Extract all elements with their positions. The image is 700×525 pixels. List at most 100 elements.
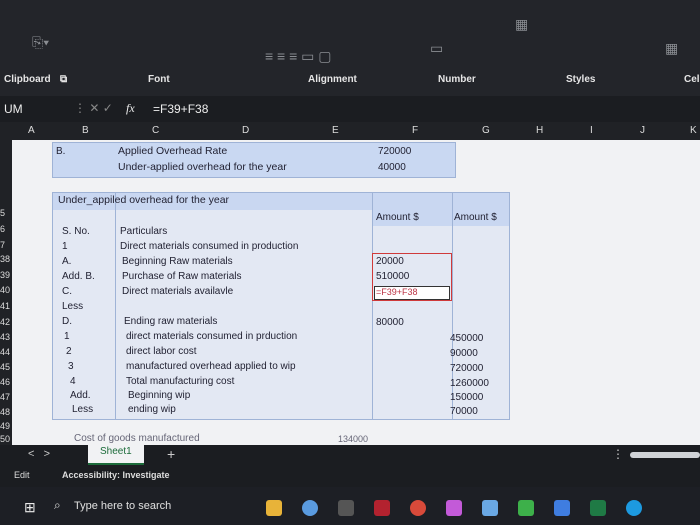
table-row[interactable]: Beginning wip (128, 390, 190, 401)
col-header[interactable]: K (690, 125, 697, 136)
sheet-tab[interactable]: Sheet1 (88, 445, 144, 465)
table-row[interactable]: Direct materials availavle (122, 286, 233, 297)
table-row[interactable]: Add. B. (62, 271, 95, 282)
table-row[interactable]: 150000 (450, 392, 483, 403)
amount-header-f[interactable]: Amount $ (376, 212, 419, 223)
table-row[interactable]: direct labor cost (126, 346, 197, 357)
onenote-icon[interactable] (374, 500, 390, 516)
app-icon[interactable] (482, 500, 498, 516)
cancel-icon[interactable]: ⋮ ✕ ✓ (74, 101, 113, 115)
table-row[interactable]: Total manufacturing cost (126, 376, 234, 387)
table-row[interactable]: 450000 (450, 333, 483, 344)
cell-rate-value[interactable]: 720000 (378, 146, 411, 157)
row-header[interactable]: 6 (0, 224, 5, 234)
col-header[interactable]: A (28, 125, 35, 136)
table-row[interactable]: ending wip (128, 404, 176, 415)
cell-b-label[interactable]: B. (56, 146, 65, 157)
amount-header-g[interactable]: Amount $ (454, 212, 497, 223)
col-header[interactable]: D (242, 125, 249, 136)
styles-icon[interactable]: ▦ (515, 16, 528, 33)
table-row[interactable]: 90000 (450, 348, 478, 359)
file-explorer-icon[interactable] (266, 500, 282, 516)
col-header[interactable]: F (412, 125, 418, 136)
cost-goods-value[interactable]: 134000 (338, 434, 368, 444)
col-header[interactable]: C (152, 125, 159, 136)
table-row[interactable]: Less (72, 404, 93, 415)
fx-icon[interactable]: fx (126, 101, 135, 116)
row-header[interactable]: 40 (0, 285, 10, 295)
row-header[interactable]: 7 (0, 240, 5, 250)
table-row[interactable]: A. (62, 256, 71, 267)
app-icon[interactable] (446, 500, 462, 516)
prev-sheet-icon[interactable]: < > (28, 448, 50, 460)
table-row[interactable]: C. (62, 286, 72, 297)
align-icons[interactable]: ≡ ≡ ≡ ▭ ▢ (265, 48, 332, 65)
table-row[interactable]: 80000 (376, 317, 404, 328)
row-header[interactable]: 43 (0, 332, 10, 342)
app-icon[interactable] (554, 500, 570, 516)
row-header[interactable]: 49 (0, 421, 10, 431)
table-row[interactable]: Particulars (120, 226, 167, 237)
search-icon[interactable]: ⌕ (54, 498, 61, 513)
table-row[interactable]: 2 (66, 346, 72, 357)
table-row[interactable]: 1 (64, 331, 70, 342)
app-icon[interactable] (518, 500, 534, 516)
table-row[interactable]: 1 (62, 241, 68, 252)
table-row[interactable]: 720000 (450, 363, 483, 374)
row-header[interactable]: 41 (0, 301, 10, 311)
cost-goods-label[interactable]: Cost of goods manufactured (74, 433, 200, 444)
formula-input[interactable]: =F39+F38 (153, 102, 208, 116)
row-header[interactable]: 42 (0, 317, 10, 327)
chrome-icon[interactable] (410, 500, 426, 516)
col-header[interactable]: I (590, 125, 593, 136)
col-header[interactable]: G (482, 125, 490, 136)
table-row[interactable]: Add. (70, 390, 91, 401)
search-box[interactable]: Type here to search (74, 500, 171, 512)
table-row[interactable]: 1260000 (450, 378, 489, 389)
row-header[interactable]: 39 (0, 270, 10, 280)
active-cell-input[interactable]: =F39+F38 (376, 287, 418, 297)
browser-icon[interactable] (302, 500, 318, 516)
add-sheet-icon[interactable]: + (167, 446, 175, 462)
row-header[interactable]: 45 (0, 362, 10, 372)
table-row[interactable]: Purchase of Raw materials (122, 271, 242, 282)
table-row[interactable]: S. No. (62, 226, 90, 237)
table-row[interactable]: D. (62, 316, 72, 327)
row-header[interactable]: 38 (0, 254, 10, 264)
row-header[interactable]: 47 (0, 392, 10, 402)
col-header[interactable]: B (82, 125, 89, 136)
app-icon[interactable] (338, 500, 354, 516)
col-header[interactable]: H (536, 125, 543, 136)
col-header[interactable]: E (332, 125, 339, 136)
table-row[interactable]: 3 (68, 361, 74, 372)
cells-icon[interactable]: ▦ (665, 40, 678, 57)
worksheet-grid[interactable]: B. Applied Overhead Rate Under-applied o… (12, 140, 700, 445)
cell-underapplied-value[interactable]: 40000 (378, 162, 406, 173)
table-row[interactable]: Beginning Raw materials (122, 256, 233, 267)
number-format-icon[interactable]: ▭ (430, 40, 443, 57)
col-header[interactable]: J (640, 125, 645, 136)
table-row[interactable]: 510000 (376, 271, 409, 282)
table-row[interactable]: 4 (70, 376, 76, 387)
cell-under-applied[interactable]: Under-applied overhead for the year (118, 161, 287, 173)
excel-icon[interactable] (590, 500, 606, 516)
table-row[interactable]: Direct materials consumed in production (120, 241, 298, 252)
row-header[interactable]: 46 (0, 377, 10, 387)
more-icon[interactable]: ⋮ (612, 447, 624, 461)
table-row[interactable]: Less (62, 301, 83, 312)
cell-applied-rate[interactable]: Applied Overhead Rate (118, 145, 227, 157)
row-header[interactable]: 48 (0, 407, 10, 417)
paste-icon[interactable]: ⎘▾ (32, 34, 49, 51)
table-title[interactable]: Under_appiled overhead for the year (58, 194, 229, 206)
windows-start-icon[interactable]: ⊞ (24, 499, 36, 516)
row-header[interactable]: 50 (0, 434, 10, 444)
table-row[interactable]: direct materials consumed in prduction (126, 331, 297, 342)
table-row[interactable]: 70000 (450, 406, 478, 417)
table-row[interactable]: Ending raw materials (124, 316, 217, 327)
row-header[interactable]: 44 (0, 347, 10, 357)
horizontal-scrollbar[interactable] (630, 452, 700, 458)
row-header[interactable]: 5 (0, 208, 5, 218)
name-box[interactable]: UM (4, 102, 23, 116)
accessibility-status[interactable]: Accessibility: Investigate (62, 470, 170, 480)
table-row[interactable]: 20000 (376, 256, 404, 267)
